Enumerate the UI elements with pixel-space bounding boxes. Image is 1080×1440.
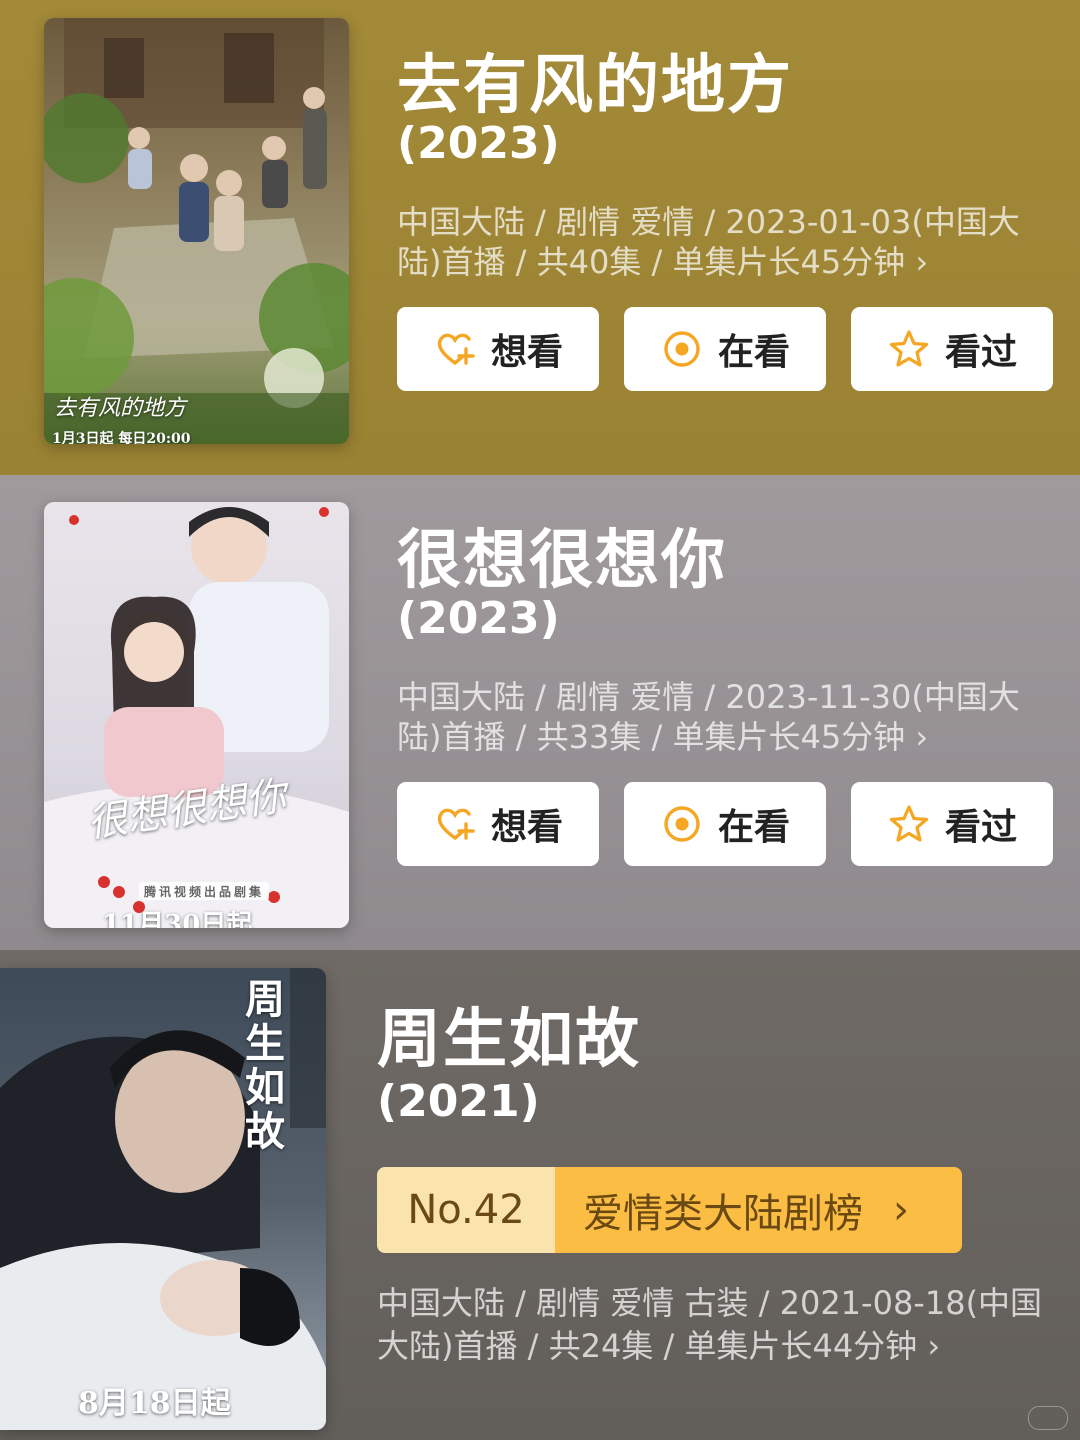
show-title[interactable]: 去有风的地方: [397, 34, 793, 126]
show-title[interactable]: 很想很想你: [397, 509, 727, 601]
action-buttons: 想看 在看 看过: [397, 782, 1053, 866]
heart-plus-icon: [437, 333, 475, 365]
target-circle-icon: [664, 806, 700, 842]
want-to-watch-label: 想看: [490, 332, 563, 373]
watermark-logo: [1028, 1406, 1068, 1430]
chevron-right-icon: ›: [893, 1187, 909, 1233]
show-year: (2021): [377, 1076, 540, 1127]
watching-label: 在看: [717, 807, 790, 848]
show-meta-link[interactable]: 中国大陆 / 剧情 爱情 / 2023-11-30(中国大陆)首播 / 共33集…: [397, 677, 1057, 757]
poster-artwork: [44, 18, 349, 444]
watching-label: 在看: [717, 332, 790, 373]
ranking-badge[interactable]: No.42 爱情类大陆剧榜 ›: [377, 1167, 962, 1253]
watching-button[interactable]: 在看: [624, 307, 826, 391]
want-to-watch-label: 想看: [490, 807, 563, 848]
show-card[interactable]: 周生如故 8月18日起 周生如故 (2021) No.42 爱情类大陆剧榜 › …: [0, 950, 1080, 1440]
show-card[interactable]: 很想很想你 腾讯视频出品剧集 11月30日起 很想很想你 (2023) 中国大陆…: [0, 475, 1080, 950]
heart-plus-icon: [437, 808, 475, 840]
poster-date-text: 11月30日起: [102, 910, 253, 928]
poster-subtitle-text: 腾讯视频出品剧集: [144, 885, 265, 899]
poster-title-text: 周生如故: [238, 978, 285, 1154]
target-circle-icon: [664, 331, 700, 367]
watched-label: 看过: [944, 807, 1017, 848]
show-poster[interactable]: 很想很想你 腾讯视频出品剧集 11月30日起: [44, 502, 349, 928]
poster-artwork: [44, 502, 349, 928]
watched-button[interactable]: 看过: [851, 782, 1053, 866]
show-meta-link[interactable]: 中国大陆 / 剧情 爱情 / 2023-01-03(中国大陆)首播 / 共40集…: [397, 202, 1057, 282]
show-card[interactable]: 去有风的地方 1月3日起 每日20:00 去有风的地方 (2023) 中国大陆 …: [0, 0, 1080, 475]
show-poster[interactable]: 去有风的地方 1月3日起 每日20:00: [44, 18, 349, 444]
want-to-watch-button[interactable]: 想看: [397, 782, 599, 866]
show-title[interactable]: 周生如故: [377, 988, 641, 1080]
watching-button[interactable]: 在看: [624, 782, 826, 866]
rank-list: 爱情类大陆剧榜 ›: [555, 1167, 962, 1253]
show-year: (2023): [397, 593, 560, 644]
watched-button[interactable]: 看过: [851, 307, 1053, 391]
star-icon: [889, 805, 929, 842]
rank-number: No.42: [377, 1167, 555, 1253]
rank-list-name: 爱情类大陆剧榜: [583, 1191, 863, 1237]
poster-title-text: 去有风的地方: [54, 396, 187, 421]
poster-date-text: 1月3日起 每日20:00: [52, 431, 191, 444]
show-meta-link[interactable]: 中国大陆 / 剧情 爱情 古装 / 2021-08-18(中国大陆)首播 / 共…: [377, 1282, 1067, 1368]
show-year: (2023): [397, 118, 560, 169]
show-poster[interactable]: 周生如故 8月18日起: [0, 968, 326, 1430]
star-icon: [889, 330, 929, 367]
watched-label: 看过: [944, 332, 1017, 373]
poster-date-text: 8月18日起: [78, 1386, 231, 1421]
want-to-watch-button[interactable]: 想看: [397, 307, 599, 391]
action-buttons: 想看 在看 看过: [397, 307, 1053, 391]
